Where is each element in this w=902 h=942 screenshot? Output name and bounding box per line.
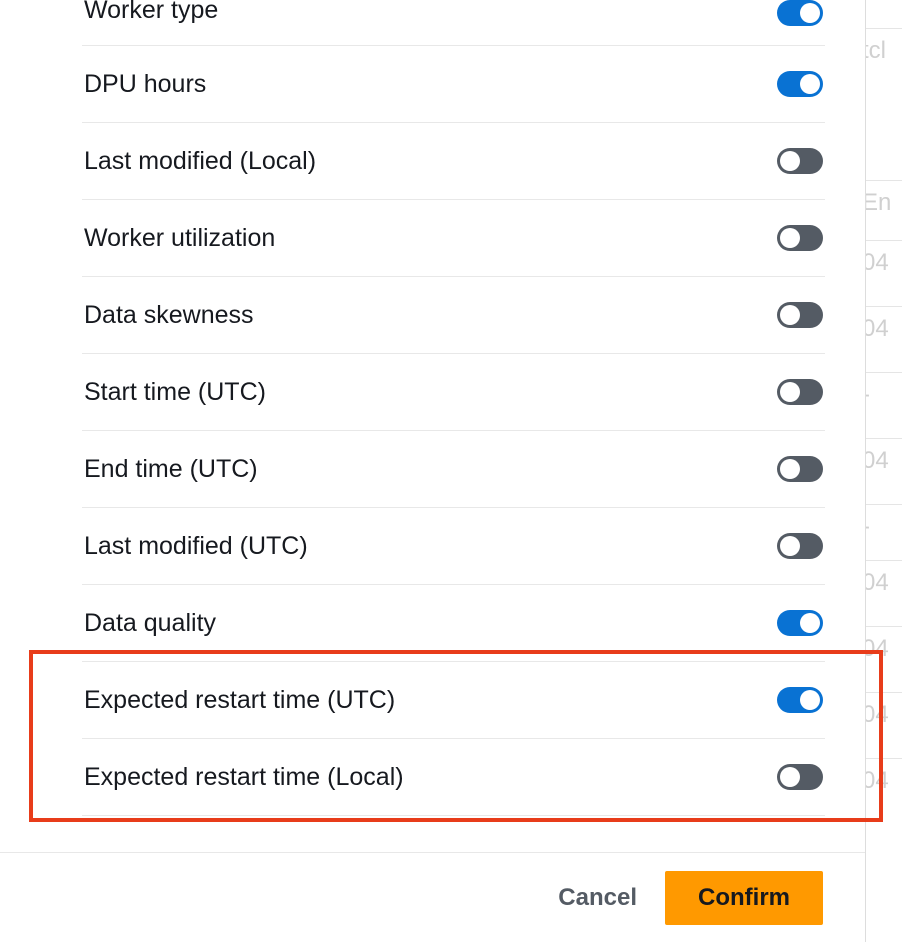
toggle-end-time-utc[interactable] [777, 456, 823, 482]
toggle-last-modified-utc[interactable] [777, 533, 823, 559]
setting-label: Expected restart time (UTC) [84, 686, 395, 715]
setting-label: DPU hours [84, 70, 206, 99]
setting-row-expected-restart-utc: Expected restart time (UTC) [82, 662, 825, 739]
modal-footer: Cancel Confirm [0, 852, 865, 942]
column-preferences-panel: Worker type DPU hours Last modified (Loc… [0, 0, 866, 942]
setting-row-worker-utilization: Worker utilization [82, 200, 825, 277]
setting-label: End time (UTC) [84, 455, 258, 484]
toggle-dpu-hours[interactable] [777, 71, 823, 97]
toggle-data-skewness[interactable] [777, 302, 823, 328]
setting-label: Last modified (UTC) [84, 532, 308, 561]
toggle-worker-type[interactable] [777, 0, 823, 26]
settings-list: Worker type DPU hours Last modified (Loc… [82, 0, 825, 832]
setting-row-last-modified-local: Last modified (Local) [82, 123, 825, 200]
bg-cell: 04 [862, 758, 902, 795]
toggle-worker-utilization[interactable] [777, 225, 823, 251]
setting-row-end-time-utc: End time (UTC) [82, 431, 825, 508]
setting-row-data-quality: Data quality [82, 585, 825, 662]
confirm-button[interactable]: Confirm [665, 871, 823, 925]
setting-label: Data skewness [84, 301, 254, 330]
toggle-data-quality[interactable] [777, 610, 823, 636]
bg-cell: 04 [862, 240, 902, 277]
bg-cell: 04 [862, 560, 902, 597]
setting-row-expected-restart-local: Expected restart time (Local) [82, 739, 825, 816]
setting-row-start-time-utc: Start time (UTC) [82, 354, 825, 431]
bg-cell: 04 [862, 692, 902, 729]
setting-row-data-skewness: Data skewness [82, 277, 825, 354]
cancel-button[interactable]: Cancel [550, 874, 645, 922]
toggle-expected-restart-utc[interactable] [777, 687, 823, 713]
toggle-expected-restart-local[interactable] [777, 764, 823, 790]
bg-cell: 04 [862, 306, 902, 343]
bg-header-cell: En [862, 180, 902, 217]
toggle-last-modified-local[interactable] [777, 148, 823, 174]
setting-label: Worker utilization [84, 224, 275, 253]
setting-label: Worker type [84, 0, 218, 25]
setting-row-dpu-hours: DPU hours [82, 46, 825, 123]
setting-label: Expected restart time (Local) [84, 763, 404, 792]
bg-header-cell: tcl [862, 28, 902, 65]
setting-row-worker-type: Worker type [82, 0, 825, 46]
toggle-start-time-utc[interactable] [777, 379, 823, 405]
setting-label: Data quality [84, 609, 216, 638]
bg-cell: 04 [862, 626, 902, 663]
setting-label: Last modified (Local) [84, 147, 316, 176]
bg-cell: - [862, 372, 902, 409]
setting-label: Start time (UTC) [84, 378, 266, 407]
background-table-fragment: tcl En 04 04 - 04 - 04 04 04 04 [862, 0, 902, 942]
bg-cell: - [862, 504, 902, 541]
bg-cell: 04 [862, 438, 902, 475]
setting-row-last-modified-utc: Last modified (UTC) [82, 508, 825, 585]
